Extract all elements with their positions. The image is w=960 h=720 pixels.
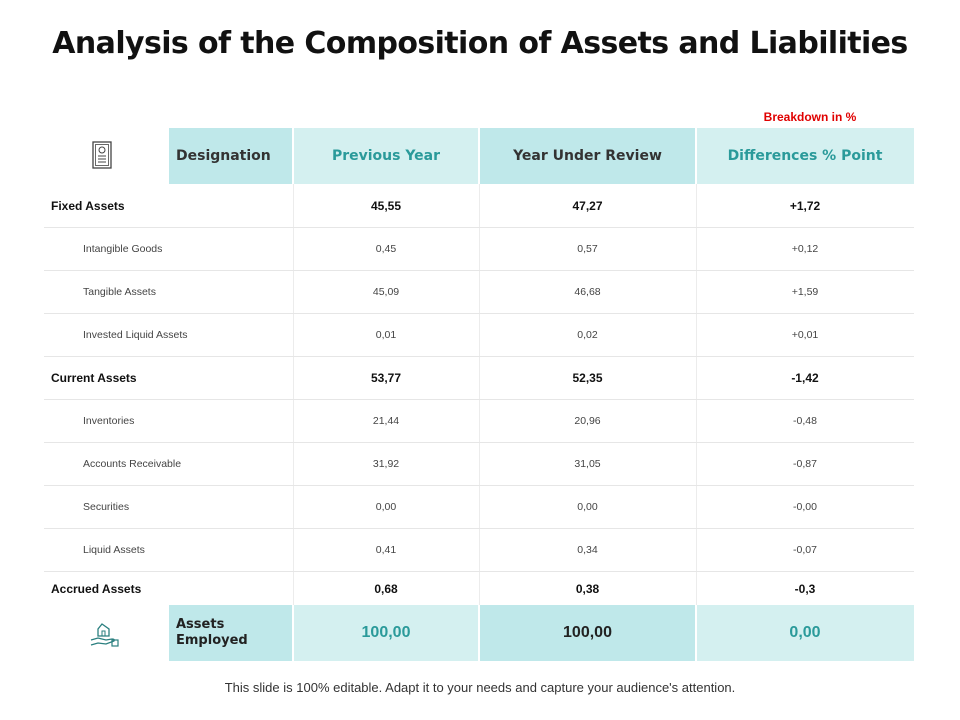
table-row: Invested Liquid Assets 0,01 0,02 +0,01 xyxy=(44,314,914,356)
total-prev: 100,00 xyxy=(293,605,479,661)
table-total-row: Assets Employed 100,00 100,00 0,00 xyxy=(44,605,914,661)
row-diff: -0,48 xyxy=(793,415,817,427)
breakdown-note: Breakdown in % xyxy=(763,110,857,124)
table-row: Securities 0,00 0,00 -0,00 xyxy=(44,486,914,528)
table-row: Liquid Assets 0,41 0,34 -0,07 xyxy=(44,529,914,571)
row-diff: -0,3 xyxy=(794,581,816,596)
page-title: Analysis of the Composition of Assets an… xyxy=(52,26,908,61)
total-curr: 100,00 xyxy=(479,605,696,661)
row-curr: 0,02 xyxy=(577,329,598,341)
row-curr: 0,00 xyxy=(577,501,598,513)
table-row: Tangible Assets 45,09 46,68 +1,59 xyxy=(44,271,914,313)
row-prev: 21,44 xyxy=(372,415,400,427)
row-prev: 0,01 xyxy=(375,329,397,341)
table-row: Fixed Assets 45,55 47,27 +1,72 xyxy=(44,184,914,227)
row-prev: 45,55 xyxy=(370,198,402,213)
row-label: Accounts Receivable xyxy=(83,458,182,470)
total-label: Assets Employed xyxy=(169,605,293,661)
row-label: Fixed Assets xyxy=(51,198,125,213)
row-label: Accrued Assets xyxy=(51,581,142,596)
row-prev: 45,09 xyxy=(372,286,400,298)
row-diff: +1,59 xyxy=(791,286,819,298)
row-diff: -1,42 xyxy=(791,371,819,385)
row-curr: 31,05 xyxy=(574,458,601,470)
row-diff: +1,72 xyxy=(789,198,821,213)
row-label: Current Assets xyxy=(51,371,137,385)
row-prev: 0,00 xyxy=(375,501,397,513)
table-row: Current Assets 53,77 52,35 -1,42 xyxy=(44,357,914,399)
row-diff: +0,12 xyxy=(791,243,819,255)
table-row: Accrued Assets 0,68 0,38 -0,3 xyxy=(44,572,914,605)
col-header-year-under-review: Year Under Review xyxy=(479,128,696,184)
row-prev: 53,77 xyxy=(370,371,402,385)
row-diff: -0,07 xyxy=(793,544,817,556)
row-curr: 0,57 xyxy=(577,243,598,255)
row-curr: 46,68 xyxy=(574,286,601,298)
row-label: Intangible Goods xyxy=(83,243,163,255)
table-row: Accounts Receivable 31,92 31,05 -0,87 xyxy=(44,443,914,485)
row-diff: +0,01 xyxy=(791,329,819,341)
row-prev: 0,68 xyxy=(374,581,398,596)
col-header-differences: Differences % Point xyxy=(696,128,914,184)
row-curr: 0,34 xyxy=(577,544,598,556)
table-row: Inventories 21,44 20,96 -0,48 xyxy=(44,400,914,442)
row-curr: 0,38 xyxy=(575,581,600,596)
row-diff: -0,00 xyxy=(793,501,817,513)
row-label: Tangible Assets xyxy=(83,286,156,298)
table-header-row: Designation Previous Year Year Under Rev… xyxy=(44,128,914,184)
total-label-line2: Employed xyxy=(176,633,248,648)
total-label-line1: Assets xyxy=(176,617,225,632)
col-header-previous-year: Previous Year xyxy=(293,128,479,184)
table-row: Intangible Goods 0,45 0,57 +0,12 xyxy=(44,228,914,270)
row-label: Inventories xyxy=(83,415,135,427)
total-diff: 0,00 xyxy=(696,605,914,661)
row-label: Liquid Assets xyxy=(83,544,145,556)
row-label: Invested Liquid Assets xyxy=(83,329,188,341)
row-curr: 47,27 xyxy=(572,198,603,213)
row-curr: 52,35 xyxy=(572,371,603,385)
row-diff: -0,87 xyxy=(793,458,817,470)
footer-note: This slide is 100% editable. Adapt it to… xyxy=(224,680,736,695)
row-prev: 31,92 xyxy=(372,458,400,470)
row-label: Securities xyxy=(83,501,130,513)
row-curr: 20,96 xyxy=(574,415,601,427)
col-header-designation: Designation xyxy=(169,128,293,184)
row-prev: 0,41 xyxy=(375,544,397,556)
row-prev: 0,45 xyxy=(375,243,397,255)
